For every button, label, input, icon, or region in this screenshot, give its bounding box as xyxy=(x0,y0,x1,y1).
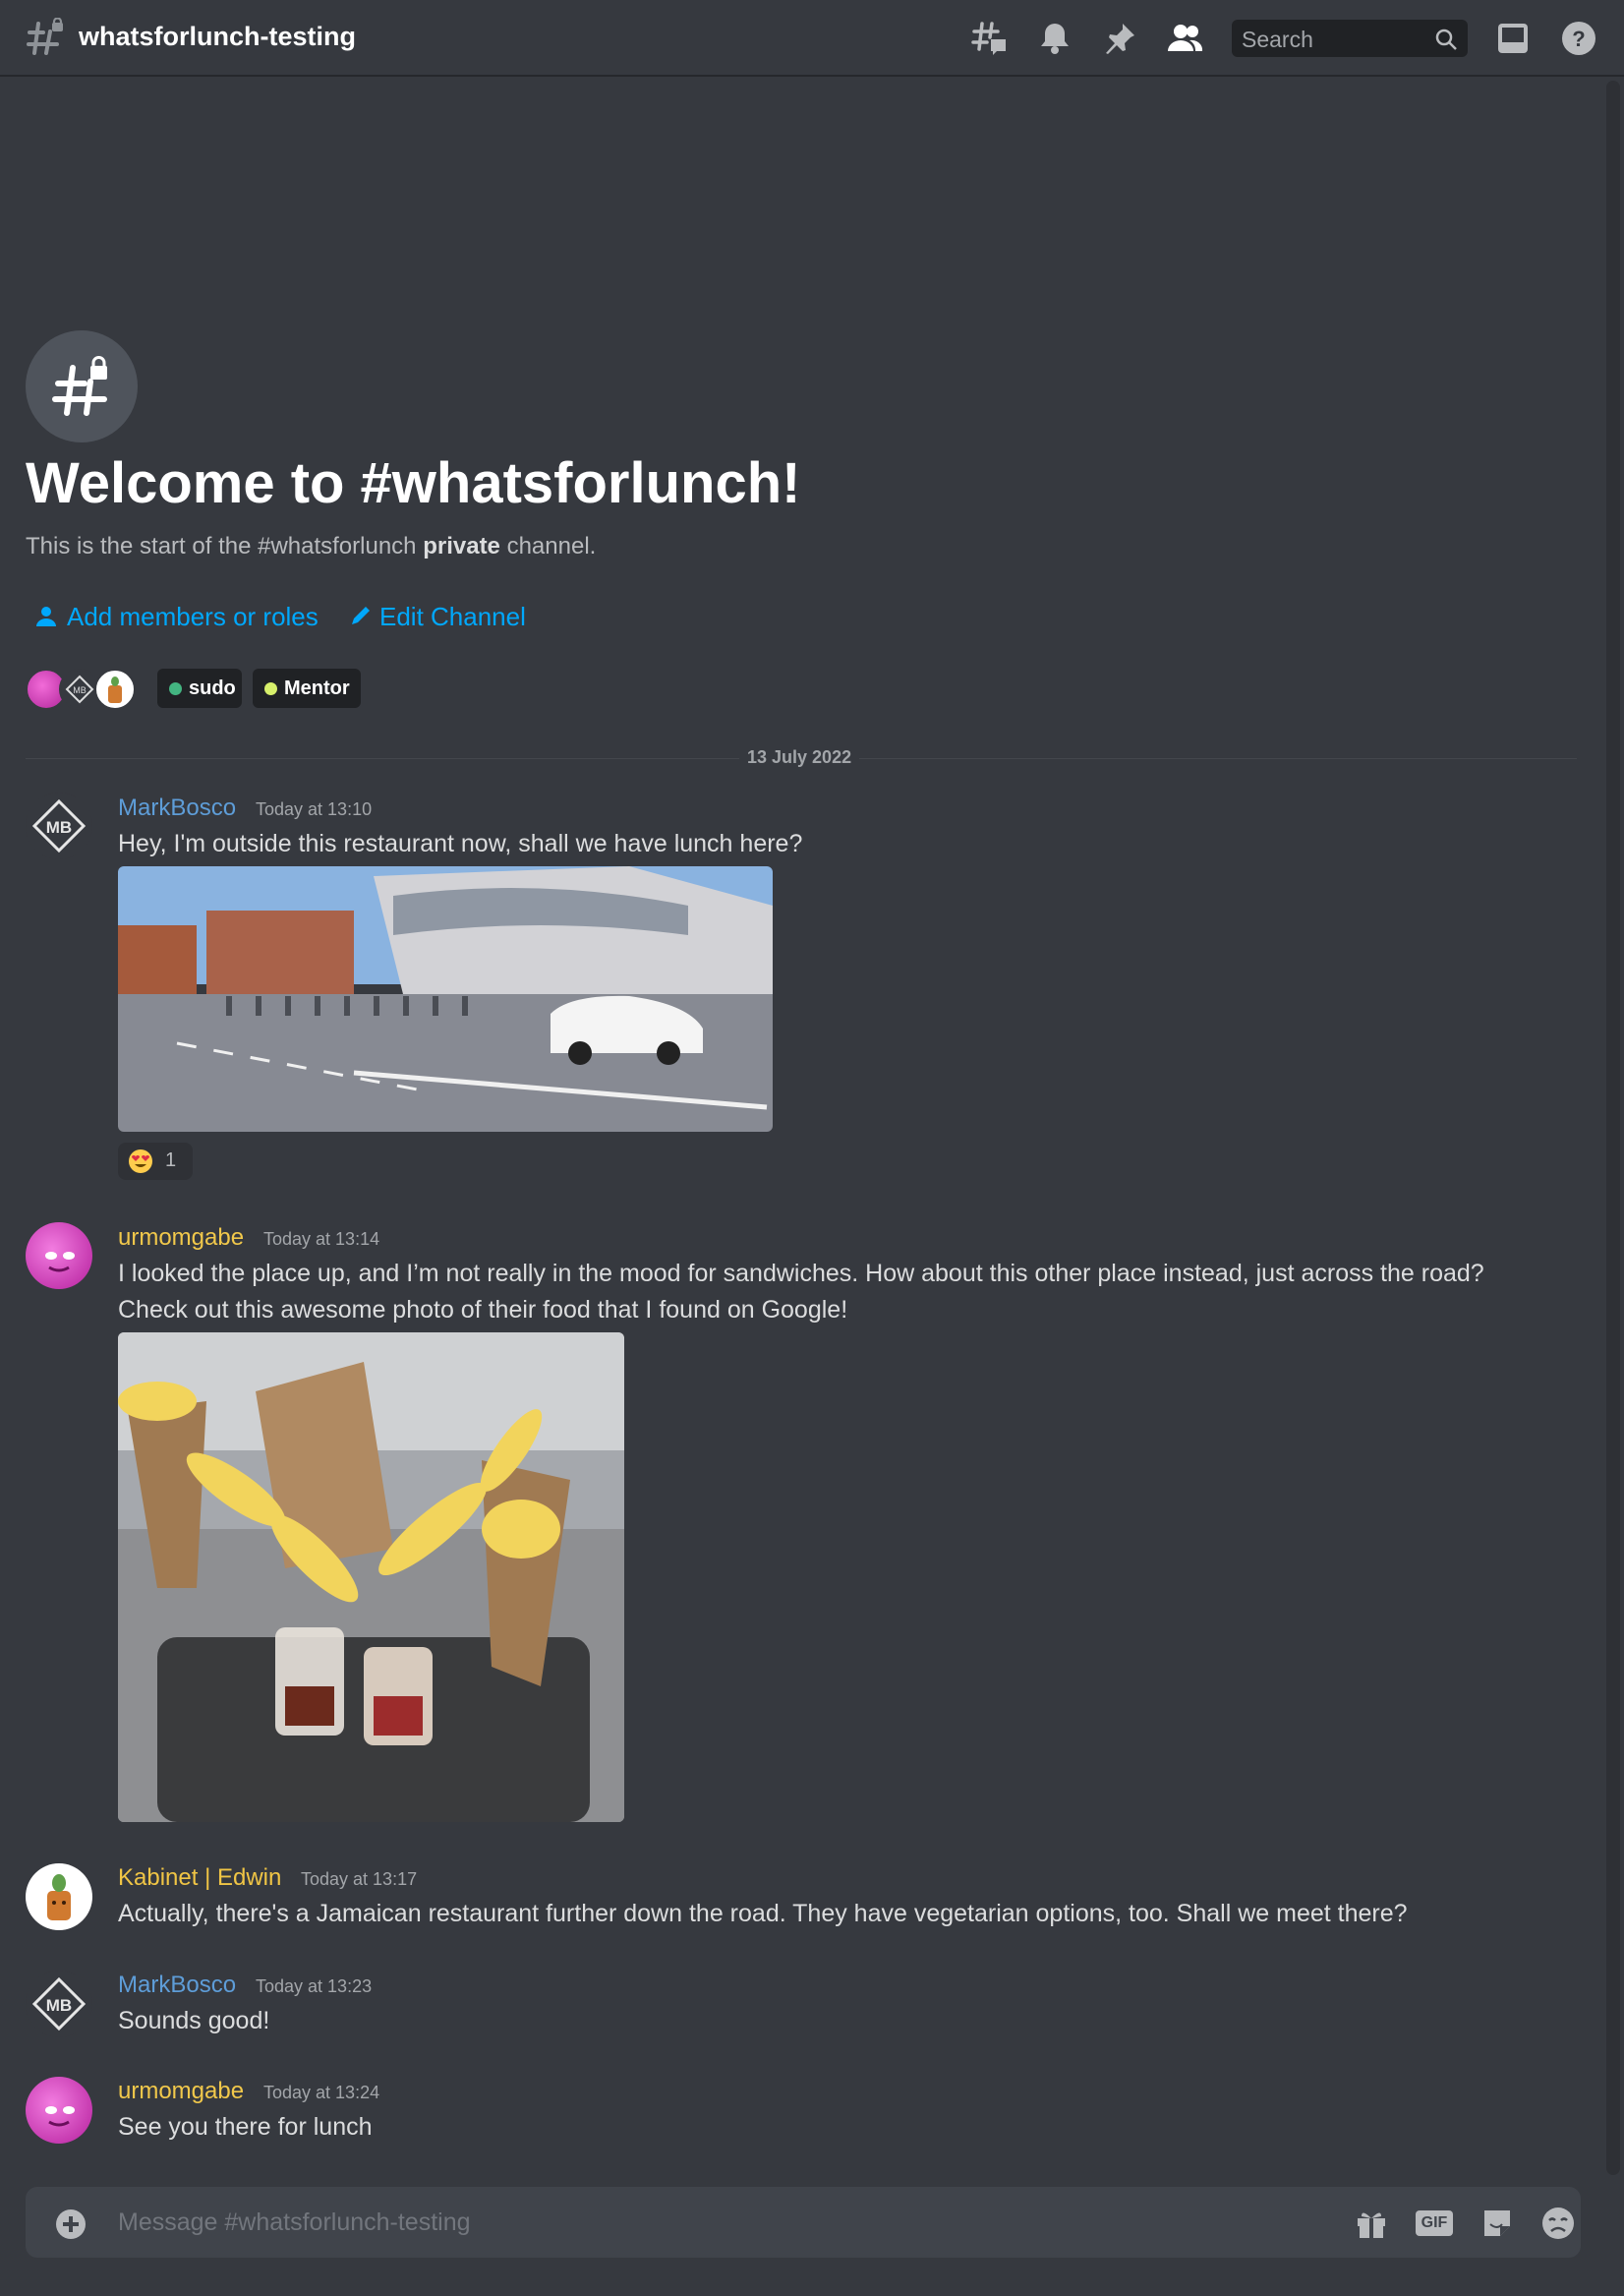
role-tag-sudo[interactable]: sudo xyxy=(157,669,242,708)
message-text-line: Check out this awesome photo of their fo… xyxy=(118,1296,848,1324)
message-text: Actually, there's a Jamaican restaurant … xyxy=(118,1900,1408,1927)
street-photo xyxy=(118,866,773,1132)
timestamp: Today at 13:14 xyxy=(263,1229,380,1249)
add-members-label: Add members or roles xyxy=(67,602,319,631)
mb-logo-icon: MB xyxy=(31,798,87,854)
welcome-description: This is the start of the #whatsforlunch … xyxy=(26,533,596,560)
role-name: Mentor xyxy=(284,677,350,699)
description-prefix: This is the start of the #whatsforlunch xyxy=(26,533,424,559)
role-name: sudo xyxy=(189,677,236,699)
welcome-title: Welcome to #whatsforlunch! xyxy=(26,451,801,515)
timestamp: Today at 13:24 xyxy=(263,2083,380,2102)
description-bold: private xyxy=(423,533,500,559)
channel-title: whatsforlunch-testing xyxy=(79,22,356,51)
search-icon xyxy=(1435,29,1457,50)
avatar[interactable] xyxy=(26,1222,92,1289)
private-channel-icon xyxy=(26,330,138,442)
timestamp: Today at 13:23 xyxy=(256,1976,373,1996)
plant-pot-avatar-icon xyxy=(47,1874,71,1920)
scrollbar[interactable] xyxy=(1606,81,1620,2175)
role-tag-mentor[interactable]: Mentor xyxy=(253,669,361,708)
avatar[interactable]: MB xyxy=(26,1971,92,2037)
mb-logo-icon: MB xyxy=(31,1976,87,2031)
username[interactable]: MarkBosco xyxy=(118,1972,236,1999)
add-member-icon xyxy=(36,607,56,626)
gif-label: GIF xyxy=(1416,2210,1453,2236)
gif-button[interactable]: GIF xyxy=(1414,2205,1455,2242)
reaction-button[interactable]: 1 xyxy=(118,1143,193,1180)
gift-icon[interactable] xyxy=(1353,2205,1390,2242)
pink-character-avatar xyxy=(45,2106,75,2127)
member-avatar-kabinet-edwin xyxy=(94,669,136,710)
edit-channel-button[interactable]: Edit Channel xyxy=(350,602,526,633)
member-list-icon[interactable] xyxy=(1166,20,1203,57)
mb-logo-icon: MB xyxy=(65,675,94,704)
svg-text:?: ? xyxy=(1572,27,1585,51)
username[interactable]: MarkBosco xyxy=(118,795,236,822)
avatar[interactable] xyxy=(26,2077,92,2144)
help-icon[interactable]: ? xyxy=(1560,20,1597,57)
timestamp: Today at 13:10 xyxy=(256,799,373,819)
svg-text:MB: MB xyxy=(73,685,87,695)
hash-lock-icon xyxy=(52,356,107,416)
date-divider-label: 13 July 2022 xyxy=(739,747,860,768)
search-input[interactable]: Search xyxy=(1232,20,1468,57)
reaction-count: 1 xyxy=(165,1149,177,1171)
channel-header: whatsforlunch-testing Search ? xyxy=(0,0,1624,77)
message-text-line: I looked the place up, and I’m not reall… xyxy=(118,1260,1484,1287)
message-input[interactable]: Message #whatsforlunch-testing xyxy=(118,2208,471,2237)
message-text: Sounds good! xyxy=(118,2007,270,2034)
notification-bell-icon[interactable] xyxy=(1036,20,1073,57)
add-attachment-plus-icon[interactable] xyxy=(55,2208,87,2240)
svg-text:MB: MB xyxy=(46,1996,72,2015)
threads-icon[interactable] xyxy=(971,20,1009,57)
role-color-dot xyxy=(264,682,277,695)
heart-eyes-emoji-icon xyxy=(129,1149,152,1173)
username[interactable]: urmomgabe xyxy=(118,2078,244,2105)
attachment-image-food[interactable] xyxy=(118,1332,624,1822)
avatar[interactable]: MB xyxy=(26,793,92,859)
svg-text:MB: MB xyxy=(46,818,72,837)
food-photo xyxy=(118,1332,624,1822)
sticker-icon[interactable] xyxy=(1479,2205,1516,2242)
emoji-picker-icon[interactable] xyxy=(1539,2205,1577,2242)
pencil-icon xyxy=(352,607,370,624)
username[interactable]: urmomgabe xyxy=(118,1224,244,1252)
plant-pot-avatar-icon xyxy=(108,677,122,703)
attachment-image-street[interactable] xyxy=(118,866,773,1132)
edit-channel-label: Edit Channel xyxy=(379,602,526,631)
username[interactable]: Kabinet | Edwin xyxy=(118,1864,281,1892)
add-members-button[interactable]: Add members or roles xyxy=(35,602,319,633)
message-text: See you there for lunch xyxy=(118,2113,373,2141)
private-channel-hash-icon xyxy=(27,18,63,55)
role-color-dot xyxy=(169,682,182,695)
description-suffix: channel. xyxy=(499,533,597,559)
message-composer: Message #whatsforlunch-testing GIF xyxy=(26,2187,1581,2258)
search-placeholder: Search xyxy=(1242,27,1313,52)
pink-character-avatar xyxy=(45,1252,75,1272)
timestamp: Today at 13:17 xyxy=(301,1869,418,1889)
avatar[interactable] xyxy=(26,1863,92,1930)
message-text: Hey, I'm outside this restaurant now, sh… xyxy=(118,830,803,857)
pin-icon[interactable] xyxy=(1101,20,1138,57)
inbox-icon[interactable] xyxy=(1494,20,1532,57)
